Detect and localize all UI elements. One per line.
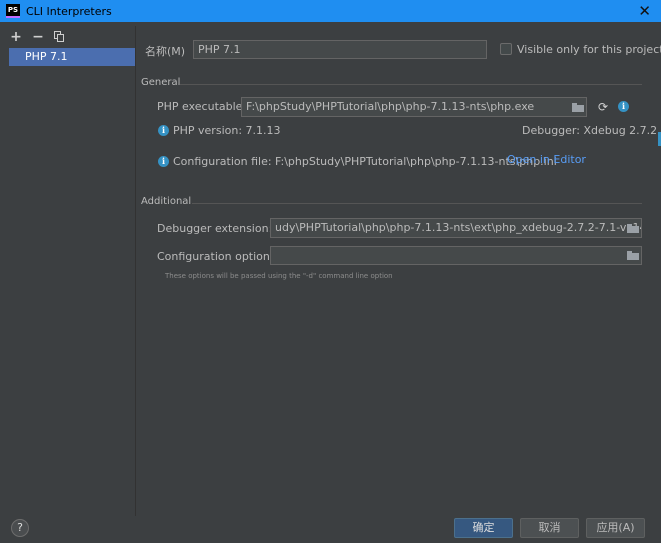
folder-icon[interactable]	[572, 103, 584, 112]
window-title: CLI Interpreters	[26, 4, 112, 18]
configuration-options-label: Configuration options:	[157, 250, 280, 263]
configuration-options-input[interactable]	[270, 246, 642, 265]
general-section-title: General	[141, 77, 181, 88]
help-icon[interactable]: ?	[11, 519, 29, 537]
apply-button[interactable]: 应用(A)	[586, 518, 645, 538]
cancel-button[interactable]: 取消	[520, 518, 579, 538]
general-separator	[180, 84, 642, 85]
debugger-text: Debugger: Xdebug 2.7.2	[522, 124, 658, 137]
folder-icon[interactable]	[627, 224, 639, 233]
visible-only-checkbox[interactable]	[500, 43, 512, 55]
title-bar: PS CLI Interpreters ✕	[0, 0, 661, 22]
php-executable-label: PHP executable:	[157, 100, 247, 113]
info-icon: i	[158, 156, 169, 167]
name-label: 名称(M)	[145, 45, 186, 58]
add-interpreter-button[interactable]: +	[10, 30, 22, 44]
additional-separator	[192, 203, 642, 204]
php-version-text: PHP version: 7.1.13	[173, 124, 281, 137]
info-icon: i	[158, 125, 169, 136]
visible-only-label: Visible only for this project	[517, 43, 661, 56]
debugger-extension-label: Debugger extension:	[157, 222, 273, 235]
ok-button[interactable]: 确定	[454, 518, 513, 538]
copy-icon[interactable]	[54, 31, 65, 43]
refresh-icon[interactable]: ⟳	[597, 101, 609, 113]
folder-icon[interactable]	[627, 251, 639, 260]
configuration-file-text: Configuration file: F:\phpStudy\PHPTutor…	[173, 155, 557, 168]
remove-interpreter-button[interactable]: −	[32, 30, 44, 44]
configuration-options-hint: These options will be passed using the "…	[165, 272, 393, 280]
interpreter-list: PHP 7.1	[9, 48, 135, 518]
close-icon[interactable]: ✕	[638, 2, 651, 20]
interpreter-list-item[interactable]: PHP 7.1	[9, 48, 135, 66]
panel-divider	[135, 26, 136, 516]
info-icon[interactable]: i	[618, 101, 629, 112]
phpstorm-logo-icon: PS	[6, 4, 20, 18]
interpreter-toolbar: + −	[10, 30, 65, 44]
cli-interpreters-dialog: PS CLI Interpreters ✕ + − PHP 7.1 名称(M) …	[0, 0, 661, 543]
open-in-editor-link[interactable]: Open in Editor	[507, 153, 586, 166]
name-input[interactable]: PHP 7.1	[193, 40, 487, 59]
additional-section-title: Additional	[141, 196, 192, 207]
php-executable-input[interactable]: F:\phpStudy\PHPTutorial\php\php-7.1.13-n…	[241, 97, 587, 117]
debugger-extension-input[interactable]: udy\PHPTutorial\php\php-7.1.13-nts\ext\p…	[270, 218, 642, 238]
